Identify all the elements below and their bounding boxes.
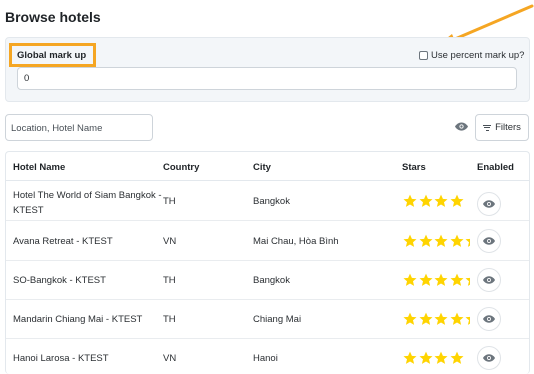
global-markup-input[interactable]: 0 bbox=[17, 67, 517, 90]
enabled-toggle-button[interactable] bbox=[477, 268, 501, 292]
table-row[interactable]: Avana Retreat - KTEST VN Mai Chau, Hòa Bìn… bbox=[6, 222, 529, 261]
table-row[interactable]: SO-Bangkok - KTEST TH Bangkok bbox=[6, 261, 529, 300]
half-star-icon bbox=[465, 273, 470, 287]
hotel-city: Mai Chau, Hòa Bình bbox=[253, 236, 339, 247]
star-icon bbox=[403, 234, 417, 247]
percent-markup-label: Use percent mark up? bbox=[431, 50, 525, 61]
eye-icon bbox=[483, 237, 495, 245]
column-header-stars[interactable]: Stars bbox=[402, 162, 426, 173]
star-icon bbox=[403, 273, 417, 286]
enabled-toggle-button[interactable] bbox=[477, 192, 501, 216]
filter-icon bbox=[483, 123, 492, 132]
eye-icon bbox=[483, 200, 495, 208]
column-header-country[interactable]: Country bbox=[163, 162, 199, 173]
star-icon bbox=[419, 194, 432, 207]
eye-icon bbox=[483, 354, 495, 362]
star-rating bbox=[403, 312, 470, 326]
hotel-city: Bangkok bbox=[253, 275, 290, 286]
half-star-icon bbox=[465, 234, 470, 248]
star-icon bbox=[434, 351, 448, 364]
star-icon bbox=[450, 312, 463, 325]
eye-icon bbox=[483, 315, 495, 323]
star-icon bbox=[434, 234, 448, 247]
star-icon bbox=[450, 234, 463, 247]
table-row[interactable]: Mandarin Chiang Mai - KTEST TH Chiang Mai bbox=[6, 300, 529, 339]
enabled-toggle-button[interactable] bbox=[477, 346, 501, 370]
star-icon bbox=[450, 351, 463, 364]
enabled-toggle-button[interactable] bbox=[477, 229, 501, 253]
hotel-name: SO-Bangkok - KTEST bbox=[13, 275, 106, 286]
hotel-name: Mandarin Chiang Mai - KTEST bbox=[13, 314, 143, 325]
hotel-country: VN bbox=[163, 236, 177, 247]
star-icon bbox=[419, 312, 432, 325]
hotel-country: TH bbox=[163, 275, 176, 286]
table-row[interactable]: Hotel The World of Siam Bangkok - KTEST TH… bbox=[6, 182, 529, 221]
eye-icon bbox=[454, 121, 468, 131]
percent-markup-toggle[interactable]: Use percent mark up? bbox=[419, 50, 524, 61]
hotel-country: TH bbox=[163, 196, 176, 207]
star-rating bbox=[403, 234, 470, 248]
star-rating bbox=[403, 273, 470, 287]
column-header-enabled[interactable]: Enabled bbox=[477, 162, 514, 173]
star-icon bbox=[434, 194, 448, 207]
star-icon bbox=[434, 273, 448, 286]
hotel-country: VN bbox=[163, 353, 177, 364]
star-icon bbox=[434, 312, 448, 325]
column-header-city[interactable]: City bbox=[253, 162, 271, 173]
enabled-toggle-button[interactable] bbox=[477, 307, 501, 331]
search-input[interactable]: Location, Hotel Name bbox=[5, 114, 153, 141]
hotel-country: TH bbox=[163, 314, 176, 325]
star-icon bbox=[403, 194, 417, 207]
eye-icon bbox=[483, 276, 495, 284]
hotel-city: Chiang Mai bbox=[253, 314, 302, 325]
toggle-visibility-button[interactable] bbox=[450, 116, 472, 136]
table-header: Hotel Name Country City Stars Enabled bbox=[6, 152, 529, 181]
filters-button[interactable]: Filters bbox=[475, 114, 529, 141]
half-star-icon bbox=[465, 312, 470, 326]
column-header-hotel-name[interactable]: Hotel Name bbox=[13, 162, 65, 173]
page-title: Browse hotels bbox=[5, 9, 101, 25]
hotel-name-line2: KTEST bbox=[13, 205, 44, 216]
hotel-name: Avana Retreat - KTEST bbox=[13, 236, 113, 247]
star-icon bbox=[450, 273, 463, 286]
star-icon bbox=[403, 312, 417, 325]
hotel-city: Bangkok bbox=[253, 196, 290, 207]
hotel-name: Hotel The World of Siam Bangkok - bbox=[13, 190, 162, 201]
percent-markup-checkbox[interactable] bbox=[419, 51, 428, 60]
star-rating bbox=[403, 351, 465, 365]
hotel-city: Hanoi bbox=[253, 353, 278, 364]
hotel-name: Hanoi Larosa - KTEST bbox=[13, 353, 109, 364]
star-icon bbox=[450, 194, 463, 207]
global-markup-label: Global mark up bbox=[17, 50, 87, 61]
star-icon bbox=[403, 351, 417, 364]
hotels-table: Hotel Name Country City Stars Enabled Ho… bbox=[5, 151, 530, 374]
table-row[interactable]: Hanoi Larosa - KTEST VN Hanoi bbox=[6, 339, 529, 374]
filters-button-label: Filters bbox=[495, 122, 521, 133]
star-icon bbox=[419, 234, 432, 247]
star-rating bbox=[403, 194, 465, 208]
star-icon bbox=[419, 273, 432, 286]
star-icon bbox=[419, 351, 432, 364]
